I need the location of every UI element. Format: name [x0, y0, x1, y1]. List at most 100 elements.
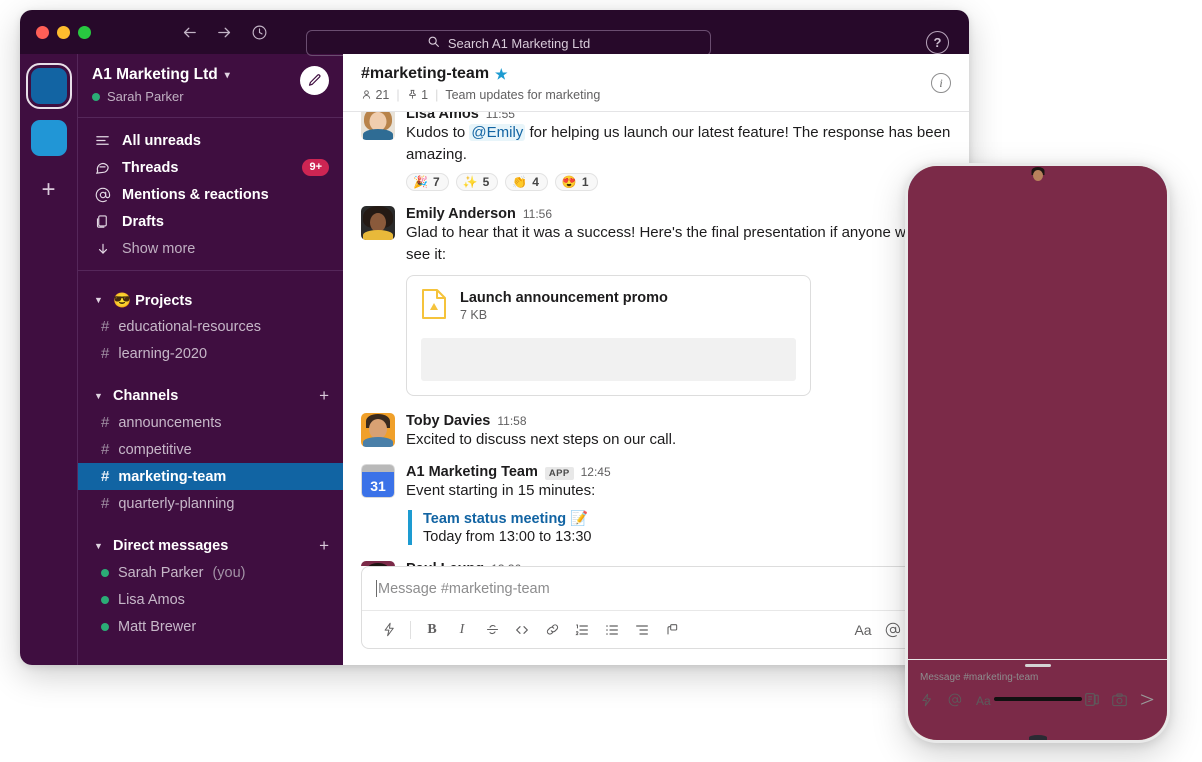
workspace-header[interactable]: A1 Marketing Ltd ▾ Sarah Parker — [78, 54, 343, 118]
code-block-icon[interactable] — [657, 622, 687, 638]
section-title: Direct messages — [113, 538, 228, 554]
sidebar-item-drafts[interactable]: Drafts — [78, 208, 343, 235]
message-input[interactable]: Message #marketing-team — [362, 567, 950, 610]
slack-desktop-window: Search A1 Marketing Ltd ? + A1 Marketing… — [20, 10, 969, 665]
hash-icon: # — [101, 318, 109, 335]
formatting-icon[interactable]: Aa — [976, 694, 991, 708]
camera-icon[interactable] — [1112, 693, 1127, 710]
dm-label: Lisa Amos — [118, 592, 185, 608]
avatar[interactable] — [918, 605, 938, 625]
member-count[interactable]: 21 — [361, 88, 389, 102]
star-icon[interactable]: ★ — [495, 66, 508, 83]
message-author[interactable]: A1 Marketing Team — [406, 464, 538, 480]
help-button[interactable]: ? — [926, 31, 949, 54]
chevron-down-icon[interactable]: ▼ — [94, 541, 104, 551]
message-author[interactable]: Paul Leung — [406, 561, 484, 566]
section-header-projects[interactable]: ▼ 😎 Projects — [78, 287, 343, 313]
blockquote-icon[interactable] — [627, 622, 657, 638]
section-header-channels[interactable]: ▼ Channels + — [78, 383, 343, 409]
workspace-name-row[interactable]: A1 Marketing Ltd ▾ — [92, 66, 230, 84]
pin-count[interactable]: 1 — [407, 88, 428, 102]
avatar-calendar-app[interactable]: 31 — [361, 464, 395, 498]
maximize-window-button[interactable] — [78, 26, 91, 39]
event-attachment[interactable]: Team status meeting 📝 Today from 13:00 t… — [408, 510, 951, 545]
file-attachment-card[interactable]: Launch announcement promo 7 KB — [406, 275, 811, 396]
attachment-icon[interactable] — [1085, 692, 1099, 710]
ordered-list-icon[interactable] — [567, 622, 597, 638]
sidebar-item-threads[interactable]: Threads 9+ — [78, 154, 343, 181]
lightning-icon[interactable] — [374, 622, 404, 637]
sidebar-item-learning-2020[interactable]: # learning-2020 — [78, 340, 343, 367]
link-icon[interactable] — [537, 622, 567, 637]
message-header: Paul Leung 13:36 — [406, 561, 951, 566]
search-icon — [427, 35, 440, 51]
reaction-pill[interactable]: 👏4 — [505, 173, 548, 191]
workspace-icon-a1-marketing[interactable] — [31, 68, 67, 104]
sidebar-item-show-more[interactable]: Show more — [78, 235, 343, 262]
avatar[interactable] — [361, 112, 395, 140]
phone-message-list[interactable]: Lisa Amos 11:55 Kudos to @Emily for help… — [908, 230, 1167, 659]
message-author[interactable]: Emily Anderson — [406, 206, 516, 222]
mention-icon[interactable] — [878, 622, 908, 638]
message-author[interactable]: Toby Davies — [406, 413, 490, 429]
clock-icon[interactable] — [251, 24, 268, 41]
lightning-icon[interactable] — [920, 693, 934, 710]
phone-composer-placeholder[interactable]: Message #marketing-team — [920, 672, 1155, 683]
add-workspace-button[interactable]: + — [41, 178, 55, 202]
sidebar-item-educational-resources[interactable]: # educational-resources — [78, 313, 343, 340]
message-composer[interactable]: Message #marketing-team B I — [361, 566, 951, 649]
bold-icon[interactable]: B — [417, 622, 447, 638]
message-body: Paul Leung 13:36 You can find meeting no… — [406, 561, 951, 566]
channel-label: marketing-team — [118, 469, 226, 485]
chevron-down-icon[interactable]: ▼ — [94, 391, 104, 401]
sidebar-item-marketing-team[interactable]: # marketing-team — [78, 463, 343, 490]
sidebar-item-dm-sarah-parker[interactable]: Sarah Parker (you) — [78, 559, 343, 586]
chevron-down-icon[interactable]: ▾ — [225, 70, 230, 81]
event-title[interactable]: Team status meeting 📝 — [423, 510, 951, 527]
send-icon[interactable] — [1140, 693, 1155, 709]
channel-topic[interactable]: Team updates for marketing — [445, 88, 600, 102]
add-channel-button[interactable]: + — [319, 386, 329, 406]
message-header: A1 Marketing Team APP 12:45 — [406, 464, 951, 480]
chevron-down-icon[interactable]: ▼ — [94, 295, 104, 305]
sidebar-item-dm-lisa-amos[interactable]: Lisa Amos — [78, 586, 343, 613]
search-placeholder: Search A1 Marketing Ltd — [448, 36, 590, 51]
code-icon[interactable] — [507, 622, 537, 638]
compose-message-button[interactable] — [300, 66, 329, 95]
history-navigation[interactable] — [181, 24, 268, 41]
current-user[interactable]: Sarah Parker — [92, 89, 230, 104]
avatar[interactable] — [361, 206, 395, 240]
formatting-icon[interactable]: Aa — [848, 622, 878, 638]
sidebar-item-mentions-reactions[interactable]: Mentions & reactions — [78, 181, 343, 208]
sidebar-item-quarterly-planning[interactable]: # quarterly-planning — [78, 490, 343, 517]
reaction-pill[interactable]: 😍1 — [555, 173, 598, 191]
window-traffic-lights[interactable] — [36, 26, 91, 39]
message-list[interactable]: Lisa Amos 11:55 Kudos to @Emily for help… — [343, 112, 969, 566]
info-icon[interactable]: i — [931, 73, 951, 93]
sidebar-item-competitive[interactable]: # competitive — [78, 436, 343, 463]
avatar[interactable] — [361, 413, 395, 447]
sidebar-item-dm-matt-brewer[interactable]: Matt Brewer — [78, 613, 343, 640]
user-mention[interactable]: @Emily — [469, 124, 525, 141]
strikethrough-icon[interactable] — [477, 622, 507, 637]
add-direct-message-button[interactable]: + — [319, 536, 329, 556]
reaction-pill[interactable]: ✨5 — [456, 173, 499, 191]
section-header-direct-messages[interactable]: ▼ Direct messages + — [78, 533, 343, 559]
forward-icon[interactable] — [216, 24, 233, 41]
phone-message-composer[interactable]: Message #marketing-team Aa — [908, 659, 1167, 710]
channel-title-row[interactable]: #marketing-team ★ — [361, 65, 951, 83]
bulleted-list-icon[interactable] — [597, 622, 627, 638]
minimize-window-button[interactable] — [57, 26, 70, 39]
back-icon[interactable] — [181, 24, 198, 41]
sidebar-item-all-unreads[interactable]: All unreads — [78, 127, 343, 154]
message-author[interactable]: Lisa Amos — [406, 112, 479, 122]
reaction-pill[interactable]: 🎉7 — [406, 173, 449, 191]
mention-icon[interactable] — [948, 693, 962, 710]
drag-handle[interactable] — [1025, 664, 1051, 667]
close-window-button[interactable] — [36, 26, 49, 39]
avatar[interactable] — [361, 561, 395, 566]
search-input[interactable]: Search A1 Marketing Ltd — [306, 30, 711, 56]
sidebar-item-announcements[interactable]: # announcements — [78, 409, 343, 436]
italic-icon[interactable]: I — [447, 622, 477, 638]
workspace-icon-secondary[interactable] — [31, 120, 67, 156]
